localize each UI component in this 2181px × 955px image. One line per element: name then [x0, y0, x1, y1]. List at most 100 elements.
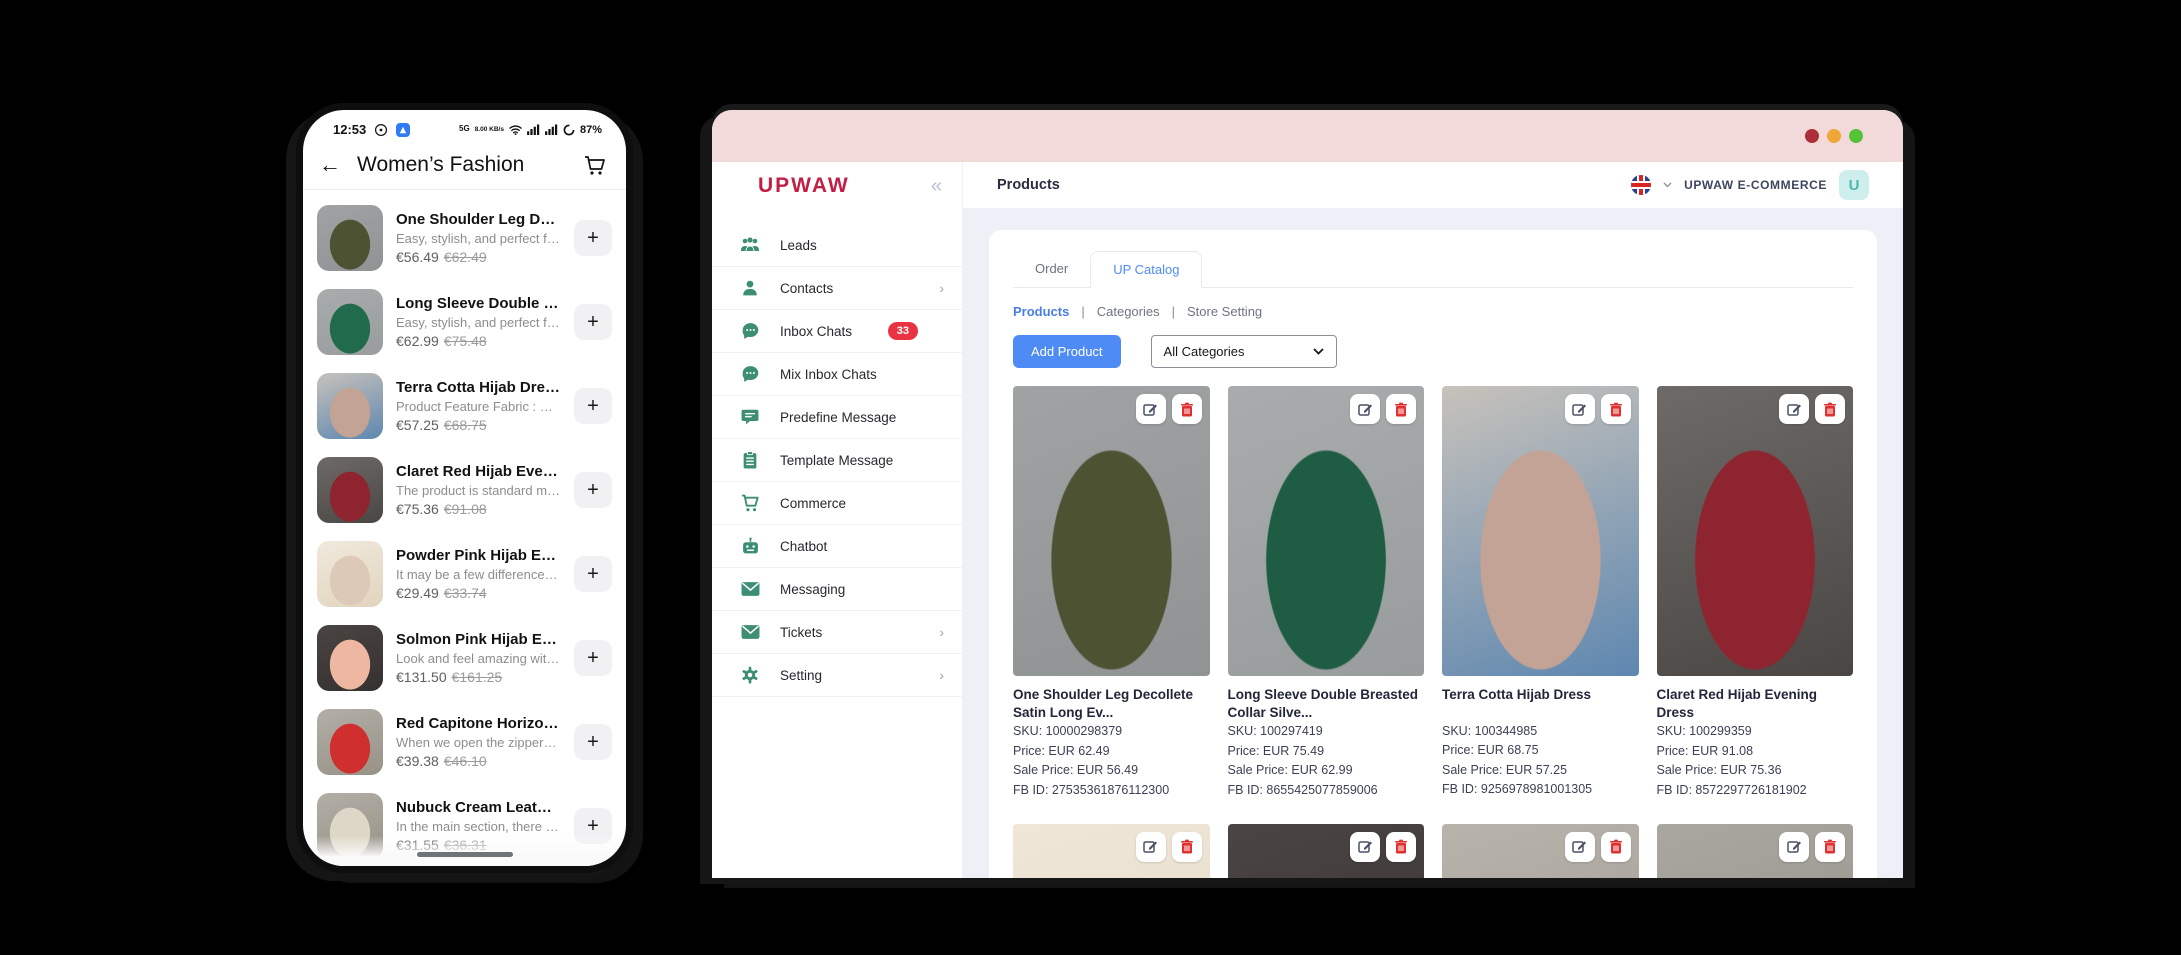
subnav-categories-link[interactable]: Categories: [1097, 304, 1160, 319]
content-area: Order UP Catalog Products | Categories |…: [963, 208, 1903, 878]
category-filter-select[interactable]: All Categories: [1151, 335, 1337, 368]
catalog-product-card: [1013, 824, 1210, 878]
product-desc: Look and feel amazing with this ver...: [396, 651, 561, 666]
add-to-cart-button[interactable]: +: [574, 388, 612, 424]
edit-button[interactable]: [1136, 832, 1166, 862]
unread-count-badge: 33: [888, 322, 918, 340]
list-item[interactable]: Claret Red Hijab Evening DressThe produc…: [303, 448, 626, 532]
subnav-store-setting-link[interactable]: Store Setting: [1187, 304, 1262, 319]
catalog-card: Order UP Catalog Products | Categories |…: [989, 230, 1877, 878]
edit-button[interactable]: [1779, 394, 1809, 424]
delete-button[interactable]: [1601, 832, 1631, 862]
add-to-cart-button[interactable]: +: [574, 640, 612, 676]
chat-bubble-icon: [740, 321, 760, 341]
window-minimize-button[interactable]: [1827, 129, 1841, 143]
chevron-right-icon: ›: [939, 667, 944, 683]
main-header: Products UPWAW E-COMMERCE U: [963, 162, 1903, 208]
sidebar-item-tickets[interactable]: Tickets ›: [712, 611, 962, 654]
product-image: [1442, 824, 1639, 878]
edit-button[interactable]: [1136, 394, 1166, 424]
sidebar-item-template-message[interactable]: Template Message: [712, 439, 962, 482]
product-name: Terra Cotta Hijab Dress: [1442, 686, 1639, 722]
product-grid: One Shoulder Leg Decollete Satin Long Ev…: [1013, 386, 1853, 878]
sidebar-item-setting[interactable]: Setting ›: [712, 654, 962, 697]
edit-button[interactable]: [1350, 832, 1380, 862]
status-time: 12:53: [333, 122, 366, 137]
chevron-down-icon[interactable]: [1663, 182, 1672, 188]
phone-mockup: 12:53 5G 8.00 KB/s 87% ← Women’s Fashion: [296, 103, 633, 873]
sidebar-item-label: Messaging: [780, 582, 944, 597]
product-sale-price: Sale Price: EUR 62.99: [1228, 761, 1425, 780]
chat-bubble-icon: [740, 364, 760, 384]
sidebar-item-commerce[interactable]: Commerce: [712, 482, 962, 525]
add-to-cart-button[interactable]: +: [574, 304, 612, 340]
product-image: [1013, 824, 1210, 878]
product-list: One Shoulder Leg Decollete S...Easy, sty…: [303, 190, 626, 866]
list-item[interactable]: Solmon Pink Hijab Evening Dre...Look and…: [303, 616, 626, 700]
sidebar-item-contacts[interactable]: Contacts ›: [712, 267, 962, 310]
sidebar-item-chatbot[interactable]: Chatbot: [712, 525, 962, 568]
subnav: Products | Categories | Store Setting: [1013, 304, 1853, 319]
add-to-cart-button[interactable]: +: [574, 724, 612, 760]
cart-icon[interactable]: [582, 153, 606, 177]
delete-button[interactable]: [1386, 394, 1416, 424]
delete-button[interactable]: [1172, 394, 1202, 424]
product-image: [1657, 386, 1854, 676]
page-title: Women’s Fashion: [357, 153, 566, 177]
product-price: Price: EUR 62.49: [1013, 742, 1210, 761]
delete-button[interactable]: [1386, 832, 1416, 862]
subnav-products-link[interactable]: Products: [1013, 304, 1069, 319]
sidebar-collapse-icon[interactable]: «: [931, 175, 942, 198]
delete-button[interactable]: [1172, 832, 1202, 862]
chevron-down-icon: [1313, 348, 1324, 355]
uk-flag-icon[interactable]: [1631, 175, 1651, 195]
window-close-button[interactable]: [1805, 129, 1819, 143]
product-name: Long Sleeve Double Breasted Collar Silve…: [1228, 686, 1425, 722]
edit-button[interactable]: [1779, 832, 1809, 862]
list-item[interactable]: Long Sleeve Double Breasted...Easy, styl…: [303, 280, 626, 364]
delete-button[interactable]: [1815, 832, 1845, 862]
home-indicator[interactable]: [417, 852, 513, 857]
message-square-icon: [740, 407, 760, 427]
product-old-price: €33.74: [444, 585, 487, 601]
tab-up-catalog[interactable]: UP Catalog: [1090, 251, 1202, 288]
add-product-button[interactable]: Add Product: [1013, 335, 1121, 368]
tab-order[interactable]: Order: [1013, 251, 1090, 288]
sidebar-item-leads[interactable]: Leads: [712, 224, 962, 267]
robot-icon: [740, 536, 760, 556]
product-desc: It may be a few difference in the pro...: [396, 567, 561, 582]
sidebar-item-mix-inbox-chats[interactable]: Mix Inbox Chats: [712, 353, 962, 396]
back-icon[interactable]: ←: [319, 154, 341, 176]
product-old-price: €91.08: [444, 501, 487, 517]
delete-button[interactable]: [1601, 394, 1631, 424]
product-thumbnail: [317, 709, 383, 775]
chevron-right-icon: ›: [939, 280, 944, 296]
window-maximize-button[interactable]: [1849, 129, 1863, 143]
list-item[interactable]: Red Capitone Horizontal Wom...When we op…: [303, 700, 626, 784]
sidebar-item-inbox-chats[interactable]: Inbox Chats 33: [712, 310, 962, 353]
edit-button[interactable]: [1565, 394, 1595, 424]
canvas: 12:53 5G 8.00 KB/s 87% ← Women’s Fashion: [0, 0, 2181, 955]
edit-button[interactable]: [1350, 394, 1380, 424]
delete-button[interactable]: [1815, 394, 1845, 424]
avatar[interactable]: U: [1839, 170, 1869, 200]
sidebar-item-label: Predefine Message: [780, 410, 944, 425]
sidebar-item-predefine-message[interactable]: Predefine Message: [712, 396, 962, 439]
product-desc: Easy, stylish, and perfect for any oc...: [396, 231, 561, 246]
edit-button[interactable]: [1565, 832, 1595, 862]
sidebar-item-label: Leads: [780, 238, 944, 253]
list-item[interactable]: Terra Cotta Hijab DressProduct Feature F…: [303, 364, 626, 448]
product-thumbnail: [317, 541, 383, 607]
sidebar-item-messaging[interactable]: Messaging: [712, 568, 962, 611]
add-to-cart-button[interactable]: +: [574, 472, 612, 508]
network-speed: 8.00 KB/s: [475, 126, 504, 133]
product-sale-price: Sale Price: EUR 75.36: [1657, 761, 1854, 780]
list-item[interactable]: Powder Pink Hijab Evening Dre...It may b…: [303, 532, 626, 616]
sidebar: UPWAW « Leads Contacts › Inbox: [712, 162, 963, 878]
add-to-cart-button[interactable]: +: [574, 556, 612, 592]
product-price: €75.36: [396, 501, 439, 517]
list-item[interactable]: One Shoulder Leg Decollete S...Easy, sty…: [303, 196, 626, 280]
product-title: Nubuck Cream Leather Women...: [396, 799, 561, 816]
add-to-cart-button[interactable]: +: [574, 220, 612, 256]
sidebar-menu: Leads Contacts › Inbox Chats 33 Mix: [712, 210, 962, 697]
